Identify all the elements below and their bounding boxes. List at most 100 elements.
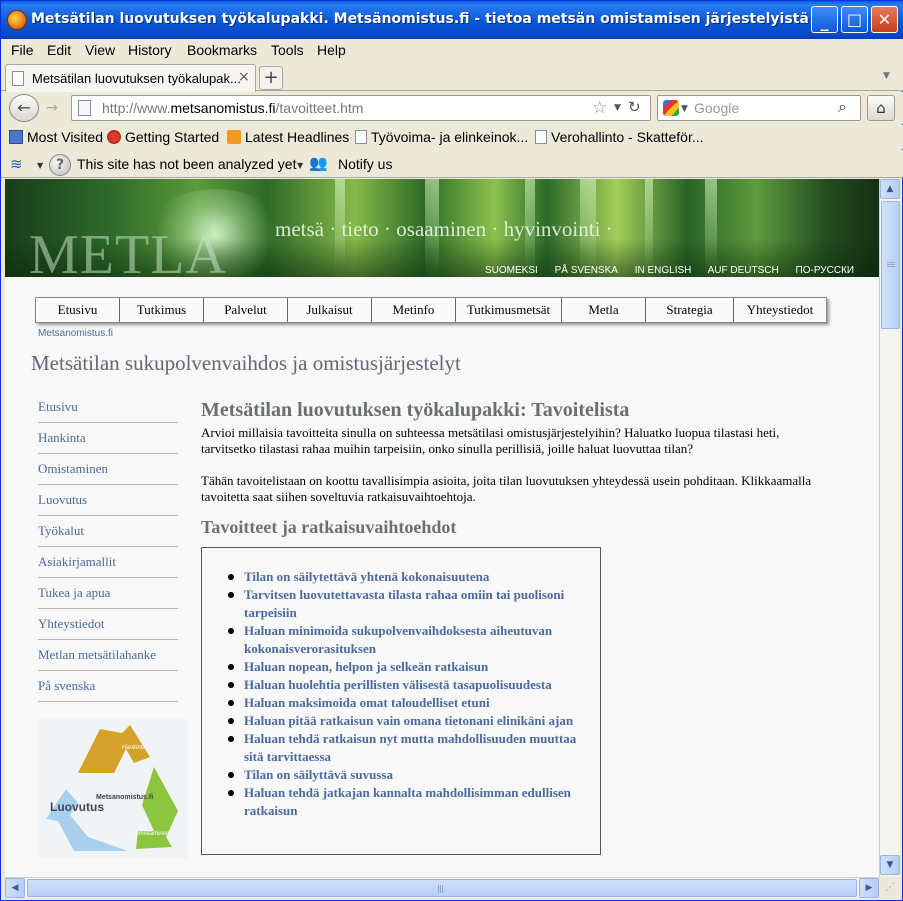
window-title: Metsätilan luovutuksen työkalupakki. Met…	[31, 11, 811, 27]
status-chevron-icon[interactable]: ▼	[297, 161, 303, 170]
page-icon	[12, 71, 24, 86]
bookmark-verohallinto[interactable]: Verohallinto - Skatteför...	[535, 129, 704, 145]
sidenav-hankinta[interactable]: Hankinta	[38, 423, 178, 454]
topnav-julkaisut[interactable]: Julkaisut	[288, 298, 372, 322]
search-bar[interactable]: ▼ Google ⌕	[657, 95, 861, 121]
vertical-scroll-thumb[interactable]	[881, 201, 900, 329]
tab-close-icon[interactable]: ×	[238, 69, 250, 85]
search-input[interactable]: Google	[694, 100, 739, 116]
goal-link[interactable]: Haluan pitää ratkaisun vain omana tieton…	[226, 712, 598, 730]
scroll-left-icon[interactable]: ◀	[5, 878, 25, 898]
horizontal-scroll-thumb[interactable]	[27, 879, 857, 897]
cycle-label-luovutus: Luovutus	[50, 800, 104, 814]
lang-po-russki[interactable]: ПО-РУССКИ	[796, 265, 855, 276]
metsanomistus-cycle-logo[interactable]: Metsanomistus.fi Hankinta Luovutus Omist…	[38, 719, 188, 859]
metla-banner: METLA metsä · tieto · osaaminen · hyvinv…	[5, 179, 879, 277]
goal-link[interactable]: Haluan nopean, helpon ja selkeän ratkais…	[226, 658, 598, 676]
notify-us-link[interactable]: Notify us	[338, 156, 392, 172]
page-viewport: METLA metsä · tieto · osaaminen · hyvinv…	[5, 179, 879, 877]
goal-link[interactable]: Haluan minimoida sukupolvenvaihdoksesta …	[226, 622, 598, 658]
sidenav-asiakirjamallit[interactable]: Asiakirjamallit	[38, 547, 178, 578]
bookmark-latest-headlines[interactable]: Latest Headlines	[227, 129, 349, 145]
topnav-metla[interactable]: Metla	[562, 298, 646, 322]
scroll-right-icon[interactable]: ▶	[859, 878, 879, 898]
bookmark-star-icon[interactable]: ☆	[592, 98, 607, 118]
bookmark-getting-started[interactable]: Getting Started	[107, 129, 219, 145]
cycle-label-omistaminen: Omistaminen	[134, 831, 170, 837]
home-button[interactable]: ⌂	[867, 95, 895, 121]
sidenav-tukea-ja-apua[interactable]: Tukea ja apua	[38, 578, 178, 609]
sidenav-tyokalut[interactable]: Työkalut	[38, 516, 178, 547]
help-icon[interactable]: ?	[49, 154, 71, 176]
wifi-icon[interactable]: ≋	[10, 155, 23, 173]
goal-link[interactable]: Haluan tehdä jatkajan kannalta mahdollis…	[226, 784, 598, 820]
goal-link[interactable]: Haluan huolehtia perillisten välisestä t…	[226, 676, 598, 694]
title-bar[interactable]: Metsätilan luovutuksen työkalupakki. Met…	[1, 1, 903, 39]
back-button[interactable]: ←	[9, 94, 39, 122]
search-engine-chevron-icon[interactable]: ▼	[681, 104, 688, 114]
topnav-metinfo[interactable]: Metinfo	[372, 298, 456, 322]
lang-auf-deutsch[interactable]: AUF DEUTSCH	[708, 265, 779, 276]
resize-grip-icon[interactable]: ⋰	[881, 879, 899, 897]
language-links: SUOMEKSI PÅ SVENSKA IN ENGLISH AUF DEUTS…	[485, 265, 868, 276]
scroll-down-icon[interactable]: ▼	[880, 855, 900, 875]
menu-edit[interactable]: Edit	[47, 42, 71, 58]
maximize-button[interactable]: □	[841, 6, 868, 33]
users-icon[interactable]: 👥	[309, 154, 328, 172]
tab-active[interactable]: Metsätilan luovutuksen työkalupak... ×	[5, 64, 256, 92]
metla-logo[interactable]: METLA	[29, 223, 227, 277]
sidenav-omistaminen[interactable]: Omistaminen	[38, 454, 178, 485]
forward-button[interactable]: →	[41, 98, 63, 118]
menu-history[interactable]: History	[128, 42, 172, 58]
menu-tools[interactable]: Tools	[271, 42, 304, 58]
goal-link[interactable]: Tilan on säilyttävä suvussa	[226, 766, 598, 784]
bookmark-most-visited[interactable]: Most Visited	[9, 129, 103, 145]
tab-label: Metsätilan luovutuksen työkalupak...	[32, 71, 241, 86]
close-icon: ✕	[877, 10, 892, 29]
lang-suomeksi[interactable]: SUOMEKSI	[485, 265, 538, 276]
sidenav-luovutus[interactable]: Luovutus	[38, 485, 178, 516]
sidenav-pa-svenska[interactable]: På svenska	[38, 671, 178, 702]
goal-link[interactable]: Haluan maksimoida omat taloudelliset etu…	[226, 694, 598, 712]
new-tab-button[interactable]: +	[259, 66, 283, 90]
menu-help[interactable]: Help	[317, 42, 346, 58]
tab-list-chevron-icon[interactable]: ▼	[883, 71, 890, 81]
scroll-up-icon[interactable]: ▲	[880, 179, 900, 199]
sidenav-yhteystiedot[interactable]: Yhteystiedot	[38, 609, 178, 640]
sidenav-metlan-metsatilahanke[interactable]: Metlan metsätilahanke	[38, 640, 178, 671]
topnav-etusivu[interactable]: Etusivu	[36, 298, 120, 322]
reload-icon[interactable]: ↻	[628, 98, 641, 116]
topnav-tutkimus[interactable]: Tutkimus	[120, 298, 204, 322]
sidenav-etusivu[interactable]: Etusivu	[38, 392, 178, 423]
menu-view[interactable]: View	[85, 42, 115, 58]
topnav-strategia[interactable]: Strategia	[646, 298, 734, 322]
url-bar[interactable]: http://www.metsanomistus.fi/tavoitteet.h…	[71, 95, 651, 121]
lang-pa-svenska[interactable]: PÅ SVENSKA	[555, 265, 618, 276]
topnav-yhteystiedot[interactable]: Yhteystiedot	[734, 298, 826, 322]
bookmark-tyovoima[interactable]: Työvoima- ja elinkeinok...	[355, 129, 528, 145]
lang-in-english[interactable]: IN ENGLISH	[635, 265, 692, 276]
url-text[interactable]: http://www.metsanomistus.fi/tavoitteet.h…	[102, 100, 363, 116]
goals-list: Tilan on säilytettävä yhtenä kokonaisuut…	[226, 568, 598, 820]
goal-link[interactable]: Tarvitsen luovutettavasta tilasta rahaa …	[226, 586, 598, 622]
horizontal-scrollbar[interactable]: ◀ ▶	[5, 877, 879, 898]
vertical-scrollbar[interactable]: ▲ ▼	[879, 179, 900, 877]
menu-bookmarks[interactable]: Bookmarks	[187, 42, 257, 58]
goal-link[interactable]: Tilan on säilytettävä yhtenä kokonaisuut…	[226, 568, 598, 586]
site-status-text[interactable]: This site has not been analyzed yet	[77, 156, 296, 172]
firefox-icon	[7, 10, 27, 30]
wot-chevron-icon[interactable]: ▼	[37, 161, 43, 170]
url-history-chevron-icon[interactable]: ▼	[614, 103, 621, 113]
topnav-tutkimusmetsat[interactable]: Tutkimusmetsät	[456, 298, 562, 322]
google-icon[interactable]	[663, 100, 679, 116]
breadcrumb[interactable]: Metsanomistus.fi	[38, 328, 113, 339]
goal-link[interactable]: Haluan tehdä ratkaisun nyt mutta mahdoll…	[226, 730, 598, 766]
close-button[interactable]: ✕	[871, 6, 898, 33]
top-navigation: Etusivu Tutkimus Palvelut Julkaisut Meti…	[35, 297, 827, 323]
page-icon	[78, 100, 91, 116]
minimize-button[interactable]: _	[811, 6, 838, 33]
search-icon[interactable]: ⌕	[838, 97, 847, 117]
topnav-palvelut[interactable]: Palvelut	[204, 298, 288, 322]
menu-file[interactable]: File	[11, 42, 34, 58]
banner-tagline: metsä · tieto · osaaminen · hyvinvointi …	[275, 217, 613, 241]
